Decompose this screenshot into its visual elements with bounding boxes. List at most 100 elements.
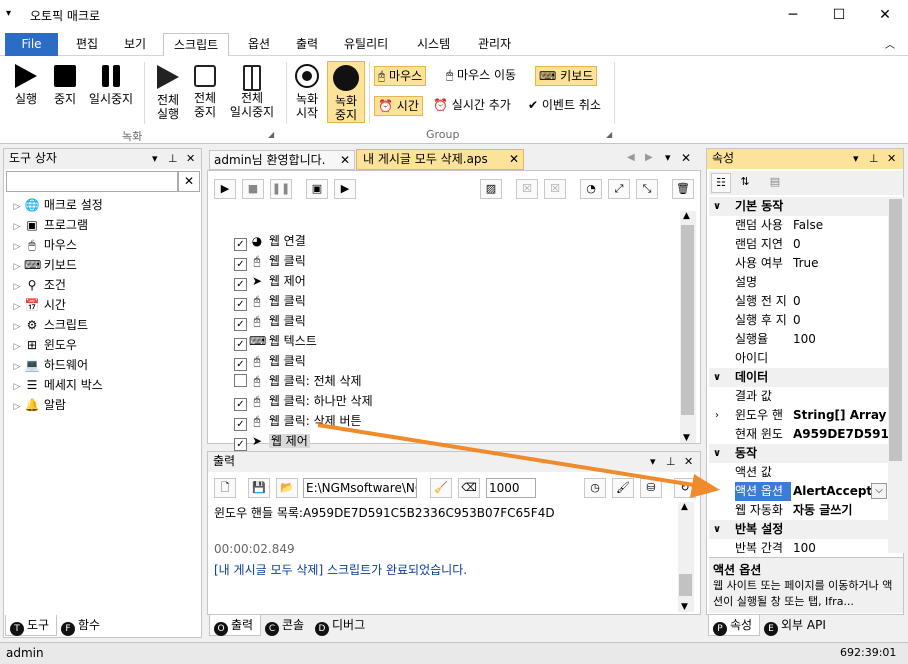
collapse-arrow-icon[interactable]: ∨	[713, 520, 721, 539]
expand-arrow-icon[interactable]: ▷	[10, 357, 24, 377]
property-row[interactable]: 액션 값	[709, 463, 889, 482]
chevron-down-icon[interactable]: ⌵	[871, 483, 887, 499]
trash-icon[interactable]: 🗑	[672, 179, 694, 199]
collapse-ribbon-icon[interactable]: ︿	[885, 36, 895, 51]
stop-icon[interactable]: ■	[242, 179, 264, 199]
tab-admin[interactable]: 관리자	[468, 33, 521, 56]
delete-item-icon[interactable]: ☒	[544, 179, 566, 199]
property-row[interactable]: › 윈도우 핸 String[] Array	[709, 406, 889, 425]
paint-bucket-icon[interactable]: ⛁	[640, 478, 662, 498]
property-row[interactable]: 랜덤 사용 False	[709, 216, 889, 235]
toolbox-item[interactable]: ▷ ⊞ 윈도우	[10, 335, 77, 355]
realtime-add-toggle[interactable]: ⏰ 실시간 추가	[430, 96, 514, 116]
clear-search-button[interactable]: ✕	[178, 171, 200, 192]
toolbox-item[interactable]: ▷ ⚙ 스크립트	[10, 315, 88, 335]
dropdown-icon[interactable]: ▾	[152, 149, 158, 168]
script-line[interactable]: ✓ ➤ 웹 제어	[234, 271, 306, 291]
tab-tools[interactable]: T 도구	[5, 615, 57, 636]
expand-arrow-icon[interactable]: ▷	[10, 377, 24, 397]
property-value[interactable]: String[] Array	[793, 406, 889, 425]
property-value[interactable]: 100	[793, 330, 889, 349]
doc-tab-script[interactable]: 내 게시글 모두 삭제.aps ✕	[356, 149, 524, 170]
expand-arrow-icon[interactable]: ▷	[10, 277, 24, 297]
close-icon[interactable]: ✕	[887, 149, 896, 168]
checkbox[interactable]: ✓	[234, 358, 247, 371]
tab-system[interactable]: 시스템	[407, 33, 460, 56]
log-path-input[interactable]	[303, 478, 417, 498]
tab-console[interactable]: C 콘솔	[261, 615, 311, 636]
mouse-move-toggle[interactable]: 🖱 마우스 이동	[443, 66, 519, 86]
checkbox[interactable]: ✓	[234, 258, 247, 271]
script-line[interactable]: ✓ 🖰 웹 클릭	[234, 291, 306, 311]
property-row[interactable]: 웹 자동화 자동 글쓰기	[709, 501, 889, 520]
property-row[interactable]: 실행율 100	[709, 330, 889, 349]
property-row[interactable]: 랜덤 지연 0	[709, 235, 889, 254]
pause-icon[interactable]: ❚❚	[270, 179, 292, 199]
toolbox-item[interactable]: ▷ 🖱 마우스	[10, 235, 77, 255]
property-category[interactable]: ∨ 기본 동작	[709, 197, 889, 216]
event-cancel-toggle[interactable]: ✔ 이벤트 취소	[525, 96, 604, 116]
pin-icon[interactable]: ⊥	[168, 149, 178, 168]
expand-arrow-icon[interactable]: ›	[715, 406, 719, 425]
script-line[interactable]: ✓ 🖰 웹 클릭	[234, 311, 306, 331]
expand-arrow-icon[interactable]: ▷	[10, 197, 24, 217]
expand-icon[interactable]: ⤢	[608, 179, 630, 199]
tab-properties[interactable]: P 속성	[708, 615, 760, 636]
script-line[interactable]: ✓ 🖰 웹 클릭	[234, 251, 306, 271]
property-value[interactable]: 0	[793, 292, 889, 311]
property-row[interactable]: 설명	[709, 273, 889, 292]
expand-arrow-icon[interactable]: ▷	[10, 217, 24, 237]
checkbox[interactable]: ✓	[234, 238, 247, 251]
pause-all-button[interactable]: 전체 일시중지	[224, 65, 280, 119]
property-value[interactable]: 자동 글쓰기	[793, 501, 889, 520]
property-value[interactable]: 100	[793, 539, 889, 553]
dropdown-icon[interactable]: ▾	[853, 149, 859, 168]
toolbox-item[interactable]: ▷ ⚲ 조건	[10, 275, 66, 295]
property-category[interactable]: ∨ 동작	[709, 444, 889, 463]
checkbox[interactable]: ✓	[234, 418, 247, 431]
disable-icon[interactable]: ☒	[516, 179, 538, 199]
property-row[interactable]: 실행 전 지 0	[709, 292, 889, 311]
log-limit-stepper[interactable]	[486, 478, 536, 498]
editor-scrollbar[interactable]: ▲ ▼	[680, 211, 696, 443]
toolbox-item[interactable]: ▷ ▣ 프로그램	[10, 215, 88, 235]
toolbox-item[interactable]: ▷ 📅 시간	[10, 295, 66, 315]
tab-edit[interactable]: 편집	[66, 33, 108, 56]
tab-output[interactable]: 출력	[286, 33, 328, 56]
collapse-arrow-icon[interactable]: ∨	[713, 368, 721, 387]
toolbox-search-input[interactable]	[6, 171, 178, 192]
checkbox[interactable]: ✓	[234, 398, 247, 411]
doc-tab-welcome[interactable]: admin님 환영합니다. ✕	[209, 150, 355, 170]
property-row[interactable]: 사용 여부 True	[709, 254, 889, 273]
categorized-icon[interactable]: ☷	[711, 173, 731, 193]
mouse-record-toggle[interactable]: 🖰 마우스	[374, 66, 427, 86]
tab-external-api[interactable]: E 외부 API	[760, 615, 832, 636]
expand-arrow-icon[interactable]: ▷	[10, 297, 24, 317]
tab-debug[interactable]: D 디버그	[311, 615, 375, 636]
toolbox-item[interactable]: ▷ 🌐 매크로 설정	[10, 195, 103, 215]
tab-view[interactable]: 보기	[114, 33, 156, 56]
script-line[interactable]: ✓ 🖰 웹 클릭: 삭제 버튼	[234, 411, 362, 431]
eraser-icon[interactable]: ⌫	[458, 478, 480, 498]
script-line[interactable]: 🖰 웹 클릭: 전체 삭제	[234, 371, 362, 391]
property-row[interactable]: 현재 윈도 A959DE7D591C5	[709, 425, 889, 444]
close-icon[interactable]: ✕	[509, 150, 519, 169]
collapse-arrow-icon[interactable]: ∨	[713, 197, 721, 216]
tab-utility[interactable]: 유틸리티	[334, 33, 398, 56]
close-icon[interactable]: ✕	[681, 151, 691, 165]
checkbox[interactable]	[234, 374, 247, 387]
run-all-button[interactable]: 전체 실행	[150, 65, 186, 121]
property-value[interactable]: False	[793, 216, 889, 235]
run-button[interactable]: 실행	[8, 64, 44, 106]
checkbox[interactable]: ✓	[234, 338, 247, 351]
dropdown-icon[interactable]: ▾	[650, 452, 656, 471]
dialog-launcher-icon[interactable]: ◢	[268, 130, 274, 139]
expand-arrow-icon[interactable]: ▷	[10, 337, 24, 357]
minimize-button[interactable]: ─	[770, 0, 816, 30]
system-menu-icon[interactable]: ▾	[6, 8, 11, 19]
maximize-button[interactable]: ☐	[816, 0, 862, 30]
step-over-icon[interactable]: ▶	[334, 179, 356, 199]
property-row[interactable]: 실행 후 지 0	[709, 311, 889, 330]
property-row[interactable]: 반복 간격 100	[709, 539, 889, 553]
new-log-icon[interactable]: 🗋	[214, 478, 236, 498]
